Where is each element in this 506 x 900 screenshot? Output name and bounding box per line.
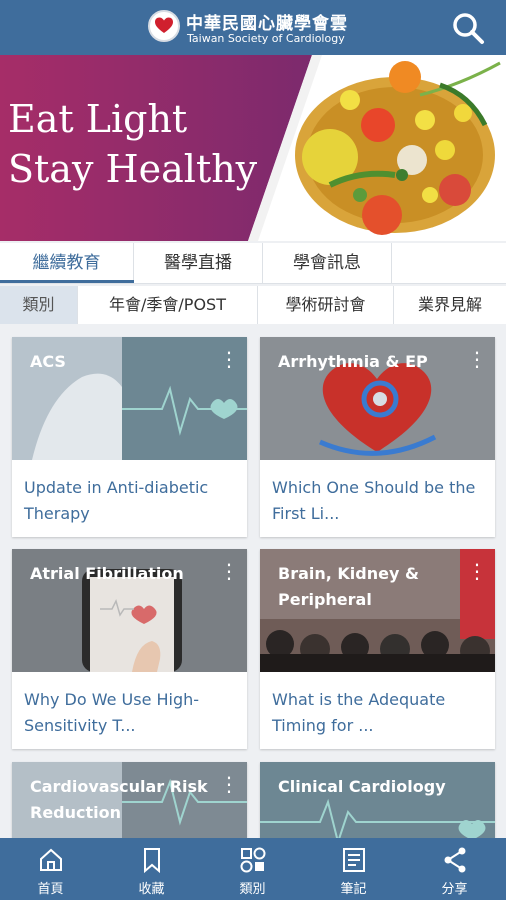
nav-notes[interactable]: 筆記	[303, 838, 404, 900]
subtab-industry-insight[interactable]: 業界見解	[394, 286, 506, 324]
banner-headline-line2: Stay Healthy	[8, 147, 258, 191]
promo-banner[interactable]: Eat Light Stay Healthy	[0, 55, 506, 241]
nav-category-label: 類別	[239, 882, 266, 897]
card-category: Cardiovascular Risk Reduction	[30, 777, 208, 822]
nav-share-label: 分享	[441, 882, 468, 897]
more-options-icon[interactable]: ⋮	[219, 559, 239, 583]
primary-tabs: 繼續教育 醫學直播 學會訊息	[0, 243, 506, 284]
tab-live-broadcast[interactable]: 醫學直播	[134, 243, 263, 283]
nav-category[interactable]: 類別	[202, 838, 303, 900]
subtab-annual-meeting[interactable]: 年會/季會/POST	[78, 286, 258, 324]
card-category: Arrhythmia & EP	[278, 352, 428, 371]
subtab-seminar[interactable]: 學術研討會	[258, 286, 394, 324]
card-category: Brain, Kidney & Peripheral	[278, 564, 419, 609]
tab-society-news[interactable]: 學會訊息	[263, 243, 392, 283]
course-card[interactable]: Cardiovascular Risk Reduction ⋮	[12, 762, 247, 842]
more-options-icon[interactable]: ⋮	[467, 559, 487, 583]
card-title[interactable]: Update in Anti-diabetic Therapy	[24, 475, 239, 527]
share-icon	[444, 847, 466, 873]
secondary-tabs: 類別 年會/季會/POST 學術研討會 業界見解	[0, 286, 506, 324]
nav-home[interactable]: 首頁	[0, 838, 101, 900]
vegetable-bowl-illustration	[295, 61, 501, 235]
app-subtitle: Taiwan Society of Cardiology	[187, 32, 345, 45]
home-icon	[40, 848, 62, 871]
course-card[interactable]: Clinical Cardiology	[260, 762, 495, 842]
tab-continuing-education[interactable]: 繼續教育	[0, 243, 134, 283]
course-card[interactable]: ACS ⋮ Update in Anti-diabetic Therapy	[12, 337, 247, 537]
notes-icon	[343, 848, 365, 872]
card-category: ACS	[30, 352, 66, 371]
card-title[interactable]: Which One Should be the First Li...	[272, 475, 487, 527]
course-card[interactable]: Atrial Fibrillation ⋮ Why Do We Use High…	[12, 549, 247, 749]
card-title[interactable]: Why Do We Use High-Sensitivity T...	[24, 687, 239, 739]
card-category: Clinical Cardiology	[278, 777, 446, 796]
active-tab-indicator	[0, 280, 134, 283]
nav-bookmarks-label: 收藏	[138, 882, 165, 897]
search-icon	[453, 13, 484, 44]
banner-headline-line1: Eat Light	[8, 97, 188, 141]
card-title[interactable]: What is the Adequate Timing for ...	[272, 687, 487, 739]
more-options-icon[interactable]: ⋮	[219, 772, 239, 796]
subtab-category[interactable]: 類別	[0, 286, 78, 324]
app-header: 中華民國心臟學會雲 Taiwan Society of Cardiology	[0, 0, 506, 55]
app-title: 中華民國心臟學會雲	[186, 14, 348, 34]
heart-logo-icon	[148, 10, 180, 42]
search-button[interactable]	[450, 10, 486, 46]
nav-bookmarks[interactable]: 收藏	[101, 838, 202, 900]
course-card[interactable]: Brain, Kidney & Peripheral ⋮ What is the…	[260, 549, 495, 749]
category-icon	[240, 847, 266, 873]
bookmark-icon	[144, 848, 160, 874]
card-category: Atrial Fibrillation	[30, 564, 184, 583]
bottom-navigation: 首頁 收藏 類別 筆記 分享	[0, 838, 506, 900]
nav-notes-label: 筆記	[340, 882, 367, 897]
more-options-icon[interactable]: ⋮	[467, 347, 487, 371]
nav-home-label: 首頁	[37, 882, 64, 897]
more-options-icon[interactable]: ⋮	[219, 347, 239, 371]
nav-share[interactable]: 分享	[404, 838, 505, 900]
course-card[interactable]: Arrhythmia & EP ⋮ Which One Should be th…	[260, 337, 495, 537]
